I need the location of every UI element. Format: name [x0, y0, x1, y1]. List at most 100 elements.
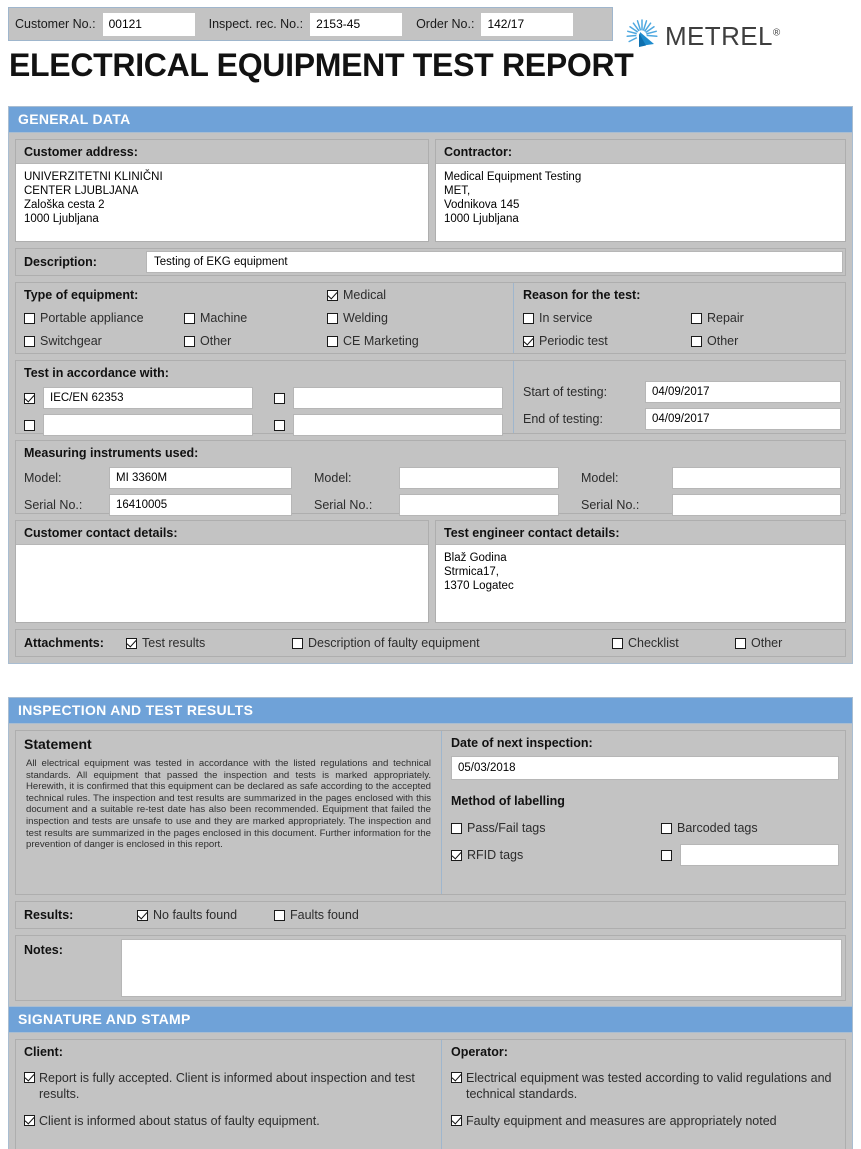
checkbox-icon[interactable]	[451, 849, 462, 861]
checkbox-medical[interactable]: Medical	[327, 288, 386, 302]
checkbox-icon[interactable]	[523, 335, 534, 347]
inspection-heading: INSPECTION AND TEST RESULTS	[9, 698, 852, 724]
checkbox-icon[interactable]	[24, 1072, 35, 1083]
checkbox-report-accepted[interactable]: Report is fully accepted. Client is info…	[24, 1070, 433, 1102]
checkbox-label: Faulty equipment and measures are approp…	[466, 1114, 777, 1128]
checkbox-label: In service	[539, 311, 593, 325]
checkbox-icon[interactable]	[612, 637, 623, 649]
checkbox-icon[interactable]	[24, 1115, 35, 1126]
checkbox-icon[interactable]	[661, 822, 672, 834]
checkbox-periodic-test[interactable]: Periodic test	[523, 334, 691, 348]
checkbox-icon[interactable]	[691, 335, 702, 347]
notes-field[interactable]	[121, 939, 842, 997]
checkbox-portable-appliance[interactable]: Portable appliance	[24, 311, 184, 325]
model-field-2[interactable]	[399, 467, 559, 489]
checkbox-label: Medical	[343, 288, 387, 302]
checkbox-rfid-tags[interactable]: RFID tags	[451, 848, 661, 862]
checkbox-other-reason[interactable]: Other	[691, 334, 738, 348]
checkbox-icon[interactable]	[274, 909, 285, 921]
checkbox-tested-valid-regulations[interactable]: Electrical equipment was tested accordin…	[451, 1070, 837, 1102]
next-inspection-field[interactable]: 05/03/2018	[451, 756, 839, 780]
contractor-value[interactable]: Medical Equipment Testing MET, Vodnikova…	[436, 163, 845, 241]
accordance-field-2[interactable]	[293, 387, 503, 409]
checkbox-icon[interactable]	[327, 312, 338, 324]
description-label: Description:	[24, 255, 97, 269]
checkbox-icon[interactable]	[274, 392, 285, 404]
checkbox-icon[interactable]	[274, 419, 285, 431]
accordance-field-1[interactable]: IEC/EN 62353	[43, 387, 253, 409]
inspect-rec-no-field[interactable]: 2153-45	[310, 12, 403, 36]
description-field[interactable]: Testing of EKG equipment	[146, 251, 843, 273]
checkbox-icon[interactable]	[24, 419, 35, 431]
checkbox-icon[interactable]	[451, 1072, 462, 1083]
engineer-contact-value[interactable]: Blaž Godina Strmica17, 1370 Logatec	[436, 544, 845, 622]
checkbox-test-results[interactable]: Test results	[126, 636, 292, 650]
checkbox-label: Other	[751, 636, 783, 650]
checkbox-icon[interactable]	[691, 312, 702, 324]
address-line: Zaloška cesta 2	[24, 199, 105, 211]
checkbox-switchgear[interactable]: Switchgear	[24, 334, 184, 348]
checkbox-icon[interactable]	[451, 822, 462, 834]
accordance-field-3[interactable]	[43, 414, 253, 436]
checkbox-repair[interactable]: Repair	[691, 311, 744, 325]
checkbox-faulty-description[interactable]: Description of faulty equipment	[292, 636, 612, 650]
checkbox-welding[interactable]: Welding	[327, 311, 388, 325]
labelling-group: Date of next inspection: 05/03/2018 Meth…	[442, 731, 845, 894]
checkbox-icon[interactable]	[661, 849, 672, 861]
checkbox-icon[interactable]	[184, 335, 195, 347]
serial-field-1[interactable]: 16410005	[109, 494, 292, 516]
start-of-testing-field[interactable]: 04/09/2017	[645, 381, 841, 403]
method-of-labelling-label: Method of labelling	[451, 794, 565, 808]
checkbox-machine[interactable]: Machine	[184, 311, 327, 325]
checkbox-other-equipment[interactable]: Other	[184, 334, 327, 348]
checkbox-label: No faults found	[153, 908, 238, 922]
checkbox-no-faults-found[interactable]: No faults found	[137, 908, 274, 922]
inspect-rec-no-label: Inspect. rec. No.:	[208, 17, 304, 31]
model-label-3: Model:	[581, 471, 619, 485]
measuring-instruments-label: Measuring instruments used:	[24, 446, 199, 460]
end-of-testing-field[interactable]: 04/09/2017	[645, 408, 841, 430]
reason-for-test-label: Reason for the test:	[523, 288, 641, 302]
model-field-3[interactable]	[672, 467, 841, 489]
checkbox-icon[interactable]	[327, 335, 338, 347]
engineer-contact-label: Test engineer contact details:	[444, 526, 620, 540]
checkbox-faults-found[interactable]: Faults found	[274, 908, 359, 922]
checkbox-pass-fail-tags[interactable]: Pass/Fail tags	[451, 821, 661, 835]
checkbox-barcoded-tags[interactable]: Barcoded tags	[661, 821, 758, 835]
checkbox-icon[interactable]	[735, 637, 746, 649]
checkbox-icon[interactable]	[24, 312, 35, 324]
serial-field-3[interactable]	[672, 494, 841, 516]
customer-no-field[interactable]: 00121	[102, 12, 195, 36]
serial-field-2[interactable]	[399, 494, 559, 516]
checkbox-icon[interactable]	[184, 312, 195, 324]
checkbox-faulty-noted[interactable]: Faulty equipment and measures are approp…	[451, 1113, 837, 1129]
checkbox-icon[interactable]	[24, 335, 35, 347]
customer-contact-value[interactable]	[16, 544, 428, 622]
registered-mark: ®	[772, 27, 781, 39]
checkbox-icon[interactable]	[451, 1115, 462, 1126]
general-data-section: GENERAL DATA Customer address: UNIVERZIT…	[8, 106, 853, 664]
address-line: UNIVERZITETNI KLINIČNI	[24, 171, 163, 183]
accordance-field-4[interactable]	[293, 414, 503, 436]
checkbox-icon[interactable]	[327, 289, 338, 301]
checkbox-checklist[interactable]: Checklist	[612, 636, 735, 650]
model-field-1[interactable]: MI 3360M	[109, 467, 292, 489]
checkbox-in-service[interactable]: In service	[523, 311, 691, 325]
customer-address-label: Customer address:	[24, 145, 138, 159]
checkbox-ce-marketing[interactable]: CE Marketing	[327, 334, 419, 348]
checkbox-other-attachment[interactable]: Other	[735, 636, 782, 650]
labelling-other-field[interactable]	[680, 844, 839, 866]
checkbox-icon[interactable]	[292, 637, 303, 649]
customer-address-value[interactable]: UNIVERZITETNI KLINIČNI CENTER LJUBLJANA …	[16, 163, 428, 241]
checkbox-icon[interactable]	[24, 392, 35, 404]
checkbox-icon[interactable]	[126, 637, 137, 649]
checkbox-icon[interactable]	[137, 909, 148, 921]
checkbox-label: Portable appliance	[40, 311, 144, 325]
type-of-equipment-group: Type of equipment: Medical Portable appl…	[16, 283, 513, 353]
signature-section: SIGNATURE AND STAMP Client: Report is fu…	[8, 1006, 853, 1149]
results-row: Results: No faults found Faults found	[15, 901, 846, 929]
order-no-field[interactable]: 142/17	[481, 12, 574, 36]
checkbox-client-informed-faulty[interactable]: Client is informed about status of fault…	[24, 1113, 433, 1129]
checkbox-icon[interactable]	[523, 312, 534, 324]
checkbox-label: Checklist	[628, 636, 679, 650]
